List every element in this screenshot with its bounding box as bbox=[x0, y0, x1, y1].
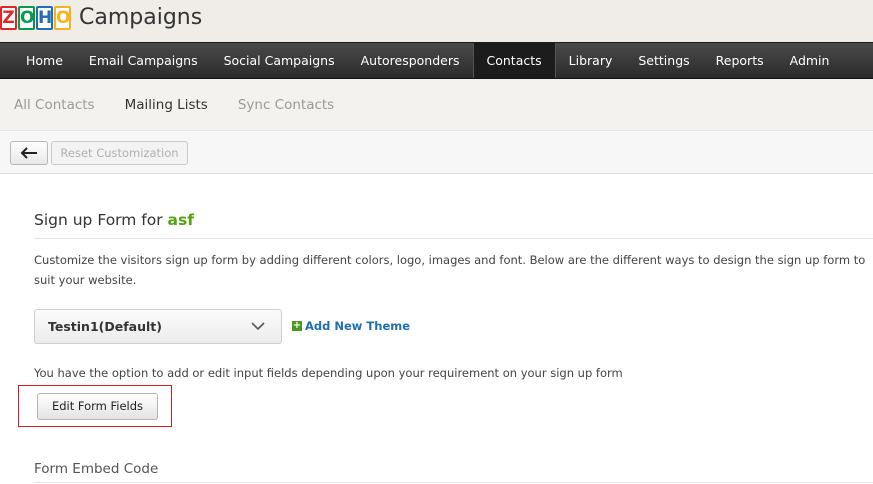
zoho-logo[interactable]: Z O H O Campaigns bbox=[0, 3, 202, 33]
nav-item-library[interactable]: Library bbox=[556, 43, 626, 78]
arrow-left-icon bbox=[20, 147, 37, 159]
mailing-list-name: asf bbox=[167, 211, 194, 229]
nav-item-reports[interactable]: Reports bbox=[703, 43, 777, 78]
title-divider bbox=[34, 238, 873, 239]
back-button[interactable] bbox=[10, 141, 48, 165]
nav-item-email-campaigns[interactable]: Email Campaigns bbox=[76, 43, 211, 78]
tab-mailing-lists[interactable]: Mailing Lists bbox=[125, 97, 208, 113]
nav-item-home[interactable]: Home bbox=[13, 43, 76, 78]
nav-item-autoresponders[interactable]: Autoresponders bbox=[348, 43, 473, 78]
form-embed-code-heading: Form Embed Code bbox=[34, 461, 159, 477]
plus-icon: + bbox=[292, 320, 302, 331]
page-title-prefix: Sign up Form for bbox=[34, 211, 163, 229]
edit-form-fields-button[interactable]: Edit Form Fields bbox=[37, 393, 158, 420]
nav-item-admin[interactable]: Admin bbox=[777, 43, 843, 78]
main-nav: Home Email Campaigns Social Campaigns Au… bbox=[0, 42, 873, 79]
contacts-subnav: All Contacts Mailing Lists Sync Contacts bbox=[0, 79, 873, 130]
logo-letter-o: O bbox=[18, 6, 35, 30]
tab-all-contacts[interactable]: All Contacts bbox=[14, 97, 95, 113]
page-title: Sign up Form for asf bbox=[34, 211, 194, 229]
theme-selected-value: Testin1(Default) bbox=[48, 319, 162, 334]
logo-letter-z: Z bbox=[0, 6, 17, 30]
theme-dropdown[interactable]: Testin1(Default) bbox=[34, 309, 282, 344]
logo-letter-o: O bbox=[54, 6, 71, 30]
page-description: Customize the visitors sign up form by a… bbox=[34, 253, 866, 287]
add-new-theme-label: Add New Theme bbox=[305, 319, 411, 333]
embed-divider bbox=[34, 482, 873, 483]
nav-item-settings[interactable]: Settings bbox=[625, 43, 702, 78]
reset-customization-button[interactable]: Reset Customization bbox=[51, 141, 188, 165]
add-new-theme-link[interactable]: + Add New Theme bbox=[292, 319, 410, 333]
product-name: Campaigns bbox=[79, 5, 203, 30]
zoho-logo-mark: Z O H O bbox=[0, 6, 72, 30]
tab-sync-contacts[interactable]: Sync Contacts bbox=[238, 97, 334, 113]
nav-item-contacts[interactable]: Contacts bbox=[472, 43, 556, 78]
logo-letter-h: H bbox=[36, 6, 53, 30]
nav-item-social-campaigns[interactable]: Social Campaigns bbox=[211, 43, 348, 78]
form-fields-hint: You have the option to add or edit input… bbox=[34, 366, 623, 380]
chevron-down-icon bbox=[251, 322, 265, 331]
toolbar: Reset Customization bbox=[0, 130, 873, 174]
brand-bar: Z O H O Campaigns bbox=[0, 0, 873, 42]
